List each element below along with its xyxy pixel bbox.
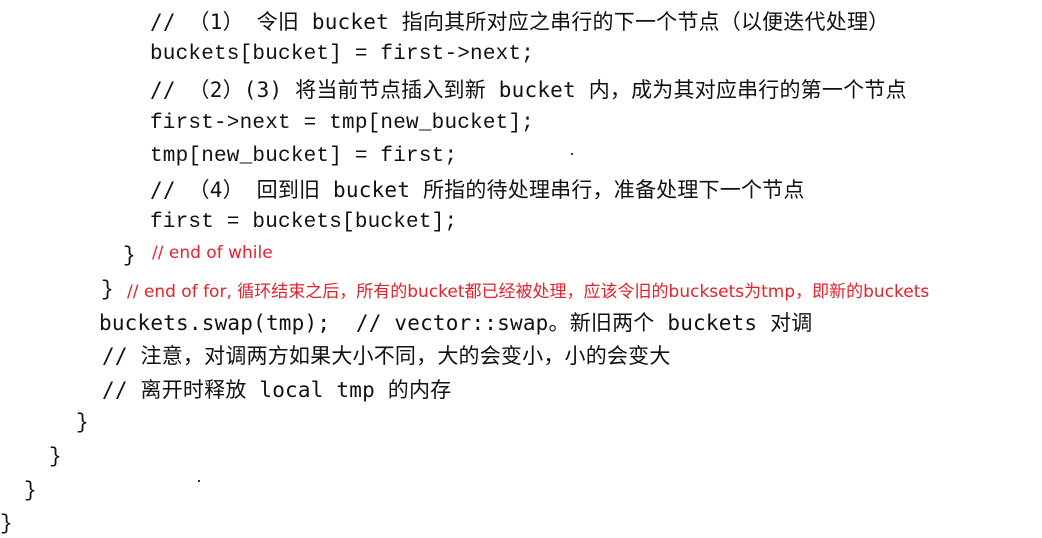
closing-brace-4: } bbox=[0, 513, 13, 536]
closing-brace-for: } bbox=[101, 279, 114, 302]
code-line-4: first->next = tmp[new_bucket]; bbox=[150, 112, 535, 135]
code-line-release: // 离开时释放 local tmp 的内存 bbox=[102, 378, 452, 402]
annotation-end-of-while: // end of while bbox=[152, 243, 273, 263]
code-line-7: first = buckets[bucket]; bbox=[150, 211, 458, 234]
closing-brace-while: } bbox=[123, 245, 136, 268]
annotation-end-of-for: // end of for, 循环结束之后，所有的bucket都已经被处理，应该… bbox=[127, 282, 930, 302]
code-line-swap: buckets.swap(tmp); // vector::swap。新旧两个 … bbox=[99, 311, 813, 335]
closing-brace-2: } bbox=[49, 446, 62, 469]
code-line-1: // （1） 令旧 bucket 指向其所对应之串行的下一个节点（以便迭代处理） bbox=[150, 10, 890, 34]
scan-speck-2 bbox=[198, 480, 200, 482]
closing-brace-3: } bbox=[24, 480, 37, 503]
document-page: // （1） 令旧 bucket 指向其所对应之串行的下一个节点（以便迭代处理）… bbox=[0, 0, 1042, 538]
code-line-note: // 注意，对调两方如果大小不同，大的会变小，小的会变大 bbox=[102, 344, 671, 368]
closing-brace-1: } bbox=[76, 412, 89, 435]
scan-speck-1 bbox=[571, 153, 573, 155]
code-line-6: // （4） 回到旧 bucket 所指的待处理串行，准备处理下一个节点 bbox=[150, 178, 805, 202]
code-line-3: // （2）(3) 将当前节点插入到新 bucket 内，成为其对应串行的第一个… bbox=[150, 78, 907, 102]
code-line-5: tmp[new_bucket] = first; bbox=[150, 145, 458, 168]
code-line-2: buckets[bucket] = first->next; bbox=[150, 43, 535, 66]
